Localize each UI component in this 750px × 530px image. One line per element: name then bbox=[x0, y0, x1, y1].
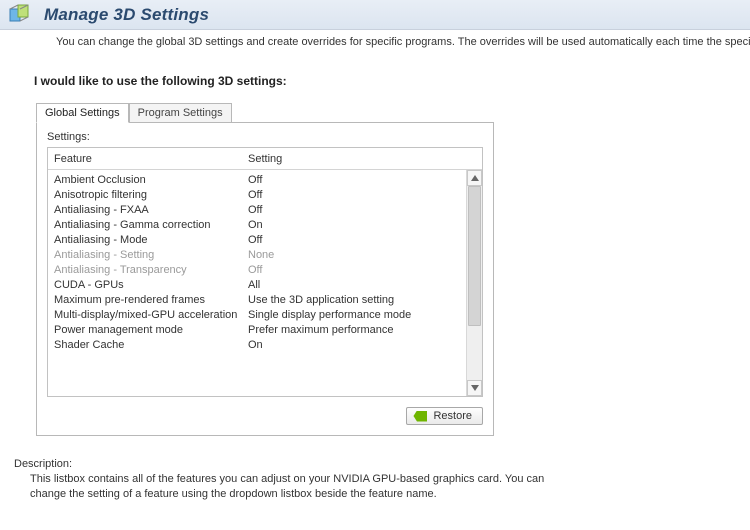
description-body: This listbox contains all of the feature… bbox=[0, 470, 640, 502]
scroll-track[interactable] bbox=[467, 186, 482, 380]
panel-footer: Restore bbox=[47, 407, 483, 425]
feature-cell: Shader Cache bbox=[48, 339, 246, 351]
setting-cell[interactable]: Off bbox=[246, 264, 482, 276]
grid-body: Ambient OcclusionOffAnisotropic filterin… bbox=[48, 170, 482, 396]
scroll-down-button[interactable] bbox=[467, 380, 482, 396]
table-row[interactable]: CUDA - GPUsAll bbox=[48, 277, 482, 292]
table-row[interactable]: Maximum pre-rendered framesUse the 3D ap… bbox=[48, 292, 482, 307]
tab-program-settings[interactable]: Program Settings bbox=[129, 103, 232, 122]
feature-cell: Anisotropic filtering bbox=[48, 189, 246, 201]
feature-cell: Maximum pre-rendered frames bbox=[48, 294, 246, 306]
tabstrip: Global Settings Program Settings bbox=[36, 100, 494, 122]
feature-cell: CUDA - GPUs bbox=[48, 279, 246, 291]
setting-cell[interactable]: Off bbox=[246, 234, 482, 246]
table-row[interactable]: Antialiasing - TransparencyOff bbox=[48, 262, 482, 277]
column-header-feature[interactable]: Feature bbox=[48, 153, 246, 165]
table-row[interactable]: Power management modePrefer maximum perf… bbox=[48, 322, 482, 337]
feature-cell: Antialiasing - Mode bbox=[48, 234, 246, 246]
setting-cell[interactable]: None bbox=[246, 249, 482, 261]
description-label: Description: bbox=[0, 436, 750, 470]
feature-cell: Antialiasing - Gamma correction bbox=[48, 219, 246, 231]
scrollbar-vertical[interactable] bbox=[466, 170, 482, 396]
page-title: Manage 3D Settings bbox=[44, 5, 209, 25]
feature-cell: Ambient Occlusion bbox=[48, 174, 246, 186]
setting-cell[interactable]: On bbox=[246, 339, 482, 351]
scroll-up-button[interactable] bbox=[467, 170, 482, 186]
setting-cell[interactable]: Off bbox=[246, 174, 482, 186]
table-row[interactable]: Anisotropic filteringOff bbox=[48, 187, 482, 202]
setting-cell[interactable]: Use the 3D application setting bbox=[246, 294, 482, 306]
setting-cell[interactable]: Single display performance mode bbox=[246, 309, 482, 321]
feature-cell: Antialiasing - Setting bbox=[48, 249, 246, 261]
feature-cell: Power management mode bbox=[48, 324, 246, 336]
feature-cell: Antialiasing - FXAA bbox=[48, 204, 246, 216]
nvidia-logo-icon bbox=[413, 411, 427, 422]
table-row[interactable]: Ambient OcclusionOff bbox=[48, 172, 482, 187]
column-header-setting[interactable]: Setting bbox=[246, 153, 466, 165]
setting-cell[interactable]: Prefer maximum performance bbox=[246, 324, 482, 336]
setting-cell[interactable]: Off bbox=[246, 204, 482, 216]
restore-button[interactable]: Restore bbox=[406, 407, 483, 425]
tab-global-settings[interactable]: Global Settings bbox=[36, 103, 129, 123]
feature-cell: Multi-display/mixed-GPU acceleration bbox=[48, 309, 246, 321]
app-icon bbox=[8, 3, 34, 27]
table-row[interactable]: Antialiasing - Gamma correctionOn bbox=[48, 217, 482, 232]
settings-grid: Feature Setting Ambient OcclusionOffAnis… bbox=[47, 147, 483, 397]
header-bar: Manage 3D Settings bbox=[0, 0, 750, 30]
tabs-container: Global Settings Program Settings Setting… bbox=[36, 100, 494, 436]
prompt-text: I would like to use the following 3D set… bbox=[0, 48, 750, 92]
intro-text: You can change the global 3D settings an… bbox=[0, 30, 750, 48]
table-row[interactable]: Antialiasing - ModeOff bbox=[48, 232, 482, 247]
feature-cell: Antialiasing - Transparency bbox=[48, 264, 246, 276]
table-row[interactable]: Antialiasing - FXAAOff bbox=[48, 202, 482, 217]
restore-button-label: Restore bbox=[433, 410, 472, 422]
setting-cell[interactable]: All bbox=[246, 279, 482, 291]
setting-cell[interactable]: Off bbox=[246, 189, 482, 201]
setting-cell[interactable]: On bbox=[246, 219, 482, 231]
table-row[interactable]: Shader CacheOn bbox=[48, 337, 482, 352]
tab-panel-global: Settings: Feature Setting Ambient Occlus… bbox=[36, 122, 494, 436]
settings-label: Settings: bbox=[47, 131, 483, 143]
table-row[interactable]: Multi-display/mixed-GPU accelerationSing… bbox=[48, 307, 482, 322]
scroll-thumb[interactable] bbox=[468, 186, 481, 326]
table-row[interactable]: Antialiasing - SettingNone bbox=[48, 247, 482, 262]
grid-header: Feature Setting bbox=[48, 148, 482, 170]
